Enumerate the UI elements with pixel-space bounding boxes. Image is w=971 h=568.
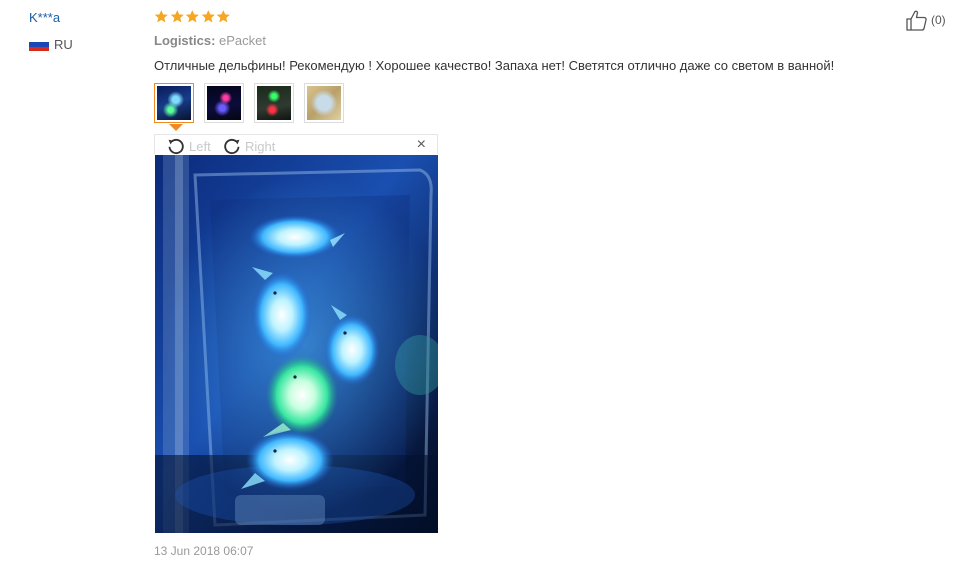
reviewer-country: RU <box>54 37 73 52</box>
star-icon <box>201 10 215 23</box>
star-icon <box>217 10 231 23</box>
star-icon <box>170 10 184 23</box>
photo-thumbnail-4[interactable] <box>304 83 344 123</box>
reviewer-name: K***a <box>29 10 61 25</box>
rotate-left-button[interactable]: Left <box>165 136 211 156</box>
review-text: Отличные дельфины! Рекомендую ! Хорошее … <box>154 58 835 73</box>
photo-thumbnail-1[interactable] <box>154 83 194 123</box>
review-photo-thumbnails <box>154 83 344 123</box>
rotate-left-label: Left <box>189 138 211 154</box>
selected-thumbnail-caret <box>169 124 183 131</box>
logistics-value: ePacket <box>219 33 267 48</box>
helpful-like-button[interactable]: (0) <box>905 9 946 31</box>
star-icon <box>185 10 200 23</box>
star-icon <box>154 10 168 23</box>
rotate-right-label: Right <box>245 138 276 154</box>
rotate-right-icon <box>224 138 240 155</box>
logistics-info: Logistics: ePacket <box>154 33 266 48</box>
thumbs-up-icon <box>906 10 927 31</box>
star-rating <box>154 9 231 24</box>
like-count: (0) <box>931 13 946 27</box>
photo-thumbnail-2[interactable] <box>204 83 244 123</box>
photo-viewer-toolbar: Left Right × <box>154 134 438 156</box>
rotate-left-icon <box>168 138 184 155</box>
russia-flag-icon <box>29 38 49 51</box>
glowing-dolphins-photo <box>155 155 438 533</box>
logistics-label: Logistics: <box>154 33 216 48</box>
review-date: 13 Jun 2018 06:07 <box>154 544 254 558</box>
photo-thumbnail-3[interactable] <box>254 83 294 123</box>
rotate-right-button[interactable]: Right <box>221 136 275 156</box>
review-photo-large <box>155 155 438 533</box>
close-viewer-button[interactable]: × <box>417 137 426 153</box>
